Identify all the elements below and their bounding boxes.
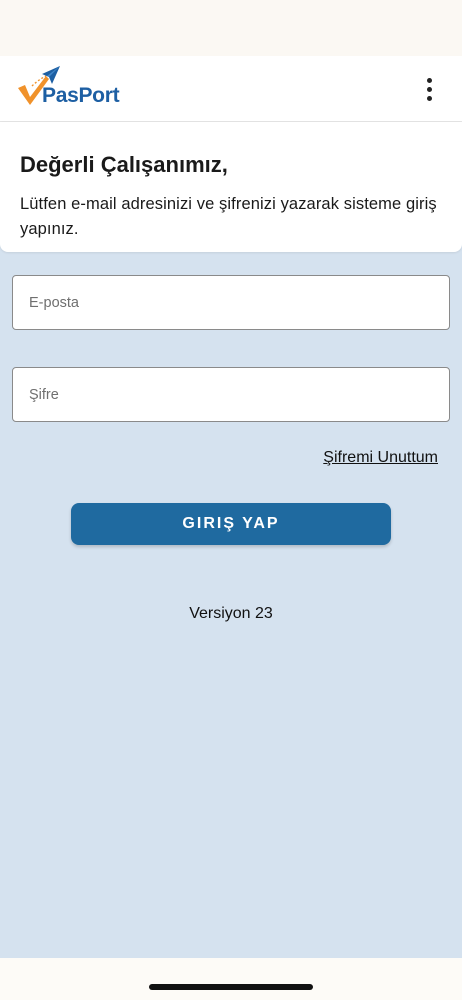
app-header: PasPort — [0, 56, 462, 122]
version-text: Versiyon 23 — [189, 605, 273, 622]
screen: PasPort Değerli Çalışanımız, Lütfen e-ma… — [0, 0, 462, 1000]
pasport-logo: PasPort — [16, 64, 136, 112]
email-field[interactable] — [12, 275, 450, 330]
logo-text: PasPort — [42, 84, 120, 107]
forgot-password-link[interactable]: Şifremi Unuttum — [323, 449, 438, 467]
password-field[interactable] — [12, 367, 450, 422]
more-vertical-icon — [426, 95, 432, 101]
welcome-message: Lütfen e-mail adresinizi ve şifrenizi ya… — [20, 195, 437, 238]
more-options-button[interactable] — [412, 72, 446, 106]
more-vertical-icon — [426, 77, 432, 83]
welcome-title: Değerli Çalışanımız, — [20, 152, 228, 177]
more-vertical-icon — [426, 86, 432, 92]
home-indicator[interactable] — [149, 984, 313, 990]
login-content: Değerli Çalışanımız, Lütfen e-mail adres… — [0, 122, 462, 958]
home-indicator-area — [0, 958, 462, 1000]
welcome-card: Değerli Çalışanımız, Lütfen e-mail adres… — [0, 122, 462, 252]
login-button[interactable]: GIRIŞ YAP — [71, 503, 391, 545]
status-bar — [0, 0, 462, 56]
